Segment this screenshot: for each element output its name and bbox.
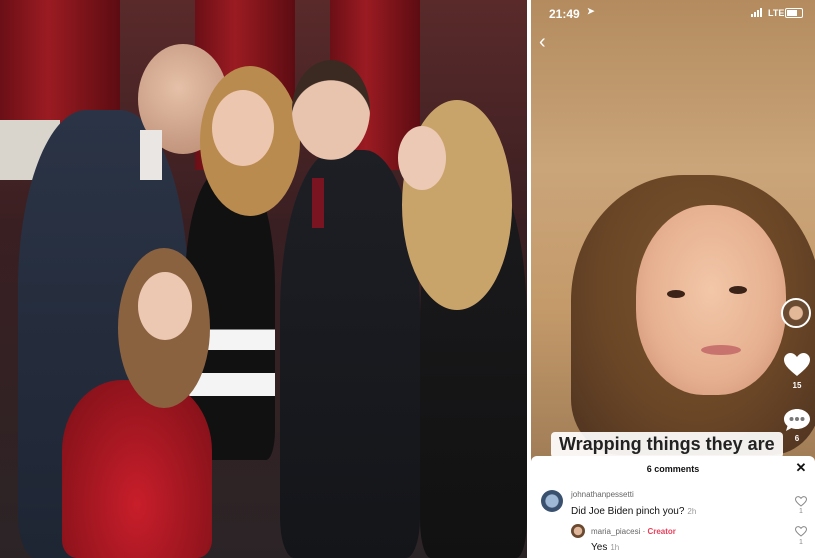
comment-text: Yes 1h [591,542,619,553]
selfie-right-eye [729,286,747,294]
comment-body: Did Joe Biden pinch you? [571,506,685,517]
left-photo [0,0,527,558]
comment-icon[interactable] [783,407,811,433]
woman-face [398,126,446,190]
battery-icon [785,8,803,18]
comment-text: Did Joe Biden pinch you? 2h [571,506,696,517]
phone-screen: 21:49 ➤ LTE ‹ 15 6 Wrapping things they … [531,0,815,558]
comment-body: Yes [591,542,608,553]
comment-username: maria_piacesi · Creator [591,527,676,536]
man-shirt [140,130,162,180]
comment-like-count: 1 [799,508,803,515]
location-arrow-icon: ➤ [587,6,595,16]
commenter-avatar[interactable] [571,524,585,538]
small-girl-face [138,272,192,340]
creator-badge: Creator [647,527,676,536]
selfie-face [636,205,786,395]
comment-heart-icon[interactable] [795,526,807,537]
heart-icon[interactable] [783,352,811,378]
back-button[interactable]: ‹ [539,32,559,54]
girl-face [212,90,274,166]
comment-username-text[interactable]: maria_piacesi [591,527,640,536]
comment-time: 2h [687,507,697,516]
small-girl-dress [62,380,212,558]
network-label: LTE [768,8,785,18]
creator-avatar[interactable] [781,298,811,328]
comment-time: 1h [610,543,620,552]
comment-heart-icon[interactable] [795,496,807,507]
signal-icon [751,8,762,17]
boy-figure [280,150,420,558]
comments-title: 6 comments [646,464,700,474]
comment-count: 6 [794,434,800,443]
status-time: 21:49 [549,7,580,21]
close-icon[interactable]: ✕ [793,460,809,476]
like-count: 15 [792,381,802,390]
selfie-left-eye [667,290,685,298]
boy-tie [312,178,324,228]
comment-like-count: 1 [799,539,803,546]
selfie-mouth [701,345,741,355]
status-bar: 21:49 ➤ LTE [531,0,815,26]
boy-head [292,60,370,160]
video-caption: Wrapping things they are [551,432,783,458]
comments-sheet: 6 comments ✕ johnathanpessetti Did Joe B… [531,456,815,558]
commenter-avatar[interactable] [541,490,563,512]
comment-username[interactable]: johnathanpessetti [571,490,634,499]
